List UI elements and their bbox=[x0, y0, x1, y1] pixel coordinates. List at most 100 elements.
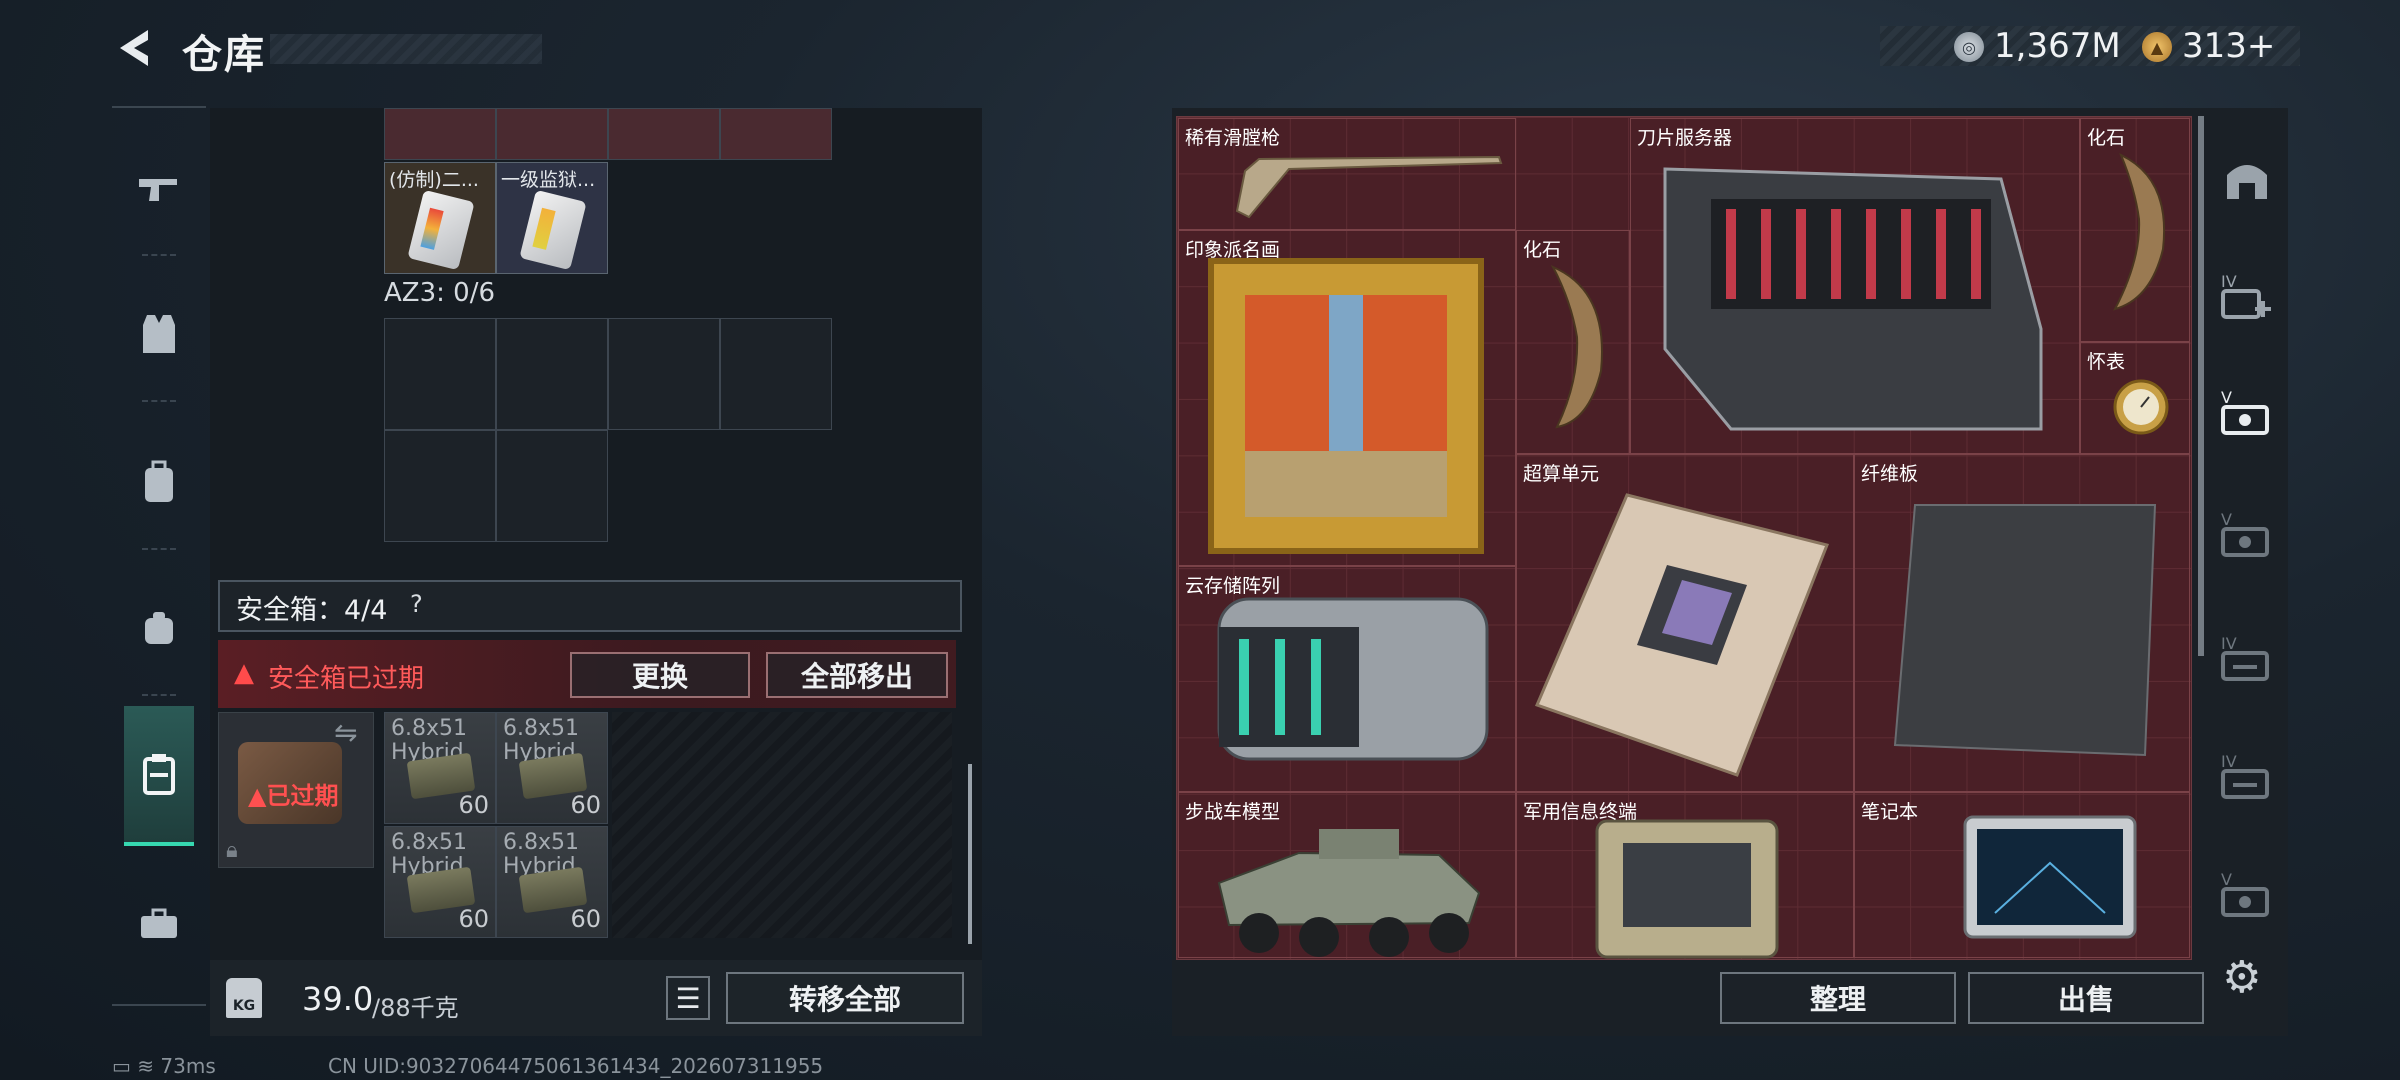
silver-coin-icon: ◎ bbox=[1954, 32, 1984, 62]
sell-button[interactable]: 出售 bbox=[1968, 972, 2204, 1024]
stash-scrollbar[interactable] bbox=[2198, 116, 2204, 656]
vest-icon bbox=[143, 315, 175, 353]
stash-item[interactable]: 步战车模型 bbox=[1178, 792, 1516, 958]
item-name: 纤维板 bbox=[1861, 463, 1919, 485]
tier-5-case-icon: V bbox=[2221, 870, 2269, 917]
page-title: 仓库 bbox=[182, 32, 266, 78]
stash-item[interactable]: 稀有滑膛枪 bbox=[1178, 118, 1516, 230]
list-view-button[interactable]: ☰ bbox=[666, 976, 710, 1020]
blade-server-icon bbox=[1663, 167, 2043, 431]
ammo-count: 60 bbox=[570, 791, 601, 819]
item-name: 化石 bbox=[1523, 239, 1562, 261]
back-button[interactable] bbox=[112, 24, 156, 72]
empty-slot[interactable] bbox=[608, 318, 720, 430]
case-icon bbox=[143, 754, 175, 795]
gun-icon bbox=[139, 179, 177, 201]
fossil-claw-icon bbox=[1550, 264, 1603, 429]
item-name: 怀表 bbox=[2087, 351, 2126, 373]
safe-box-label: 安全箱：4/4 bbox=[236, 595, 388, 626]
svg-text:IV: IV bbox=[2221, 272, 2237, 291]
empty-slot[interactable] bbox=[720, 318, 832, 430]
stash-tab-5-active[interactable]: V bbox=[2218, 384, 2276, 442]
lock-icon: 🔒︎ bbox=[226, 838, 238, 863]
stash-item[interactable]: 纤维板 bbox=[1854, 454, 2190, 792]
category-pouch[interactable] bbox=[112, 558, 206, 698]
swap-icon[interactable]: ⇋ bbox=[334, 716, 357, 749]
svg-text:IV: IV bbox=[2221, 752, 2237, 771]
keycard-icon bbox=[407, 189, 475, 271]
settings-gear-icon[interactable]: ⚙ bbox=[2222, 952, 2261, 1003]
home-icon bbox=[2227, 165, 2267, 199]
user-uid: CN UID:90327064475061361434_202607311955 bbox=[328, 1054, 824, 1078]
stash-tab-4-add[interactable]: IV bbox=[2218, 268, 2276, 326]
ammo-slot[interactable]: 6.8x51 Hybrid 60 bbox=[384, 826, 496, 938]
transfer-all-button[interactable]: 转移全部 bbox=[726, 972, 964, 1024]
circuit-board-icon bbox=[1534, 493, 1830, 777]
stash-tab-4[interactable]: IV bbox=[2218, 748, 2276, 806]
weight-icon: KG bbox=[226, 978, 262, 1018]
stash-tab-5[interactable]: V bbox=[2218, 866, 2276, 924]
stash-item[interactable]: 军用信息终端 bbox=[1516, 792, 1854, 959]
stash-item[interactable]: 印象派名画 bbox=[1178, 230, 1516, 566]
item-card[interactable]: (仿制)二... bbox=[384, 162, 496, 274]
stash-item[interactable]: 化石 bbox=[1516, 230, 1630, 454]
az3-capacity-label: AZ3: 0/6 bbox=[384, 278, 496, 308]
category-backpack[interactable] bbox=[112, 412, 206, 552]
partial-item-slot[interactable] bbox=[720, 108, 832, 160]
item-name: 云存储阵列 bbox=[1185, 575, 1281, 597]
help-icon[interactable]: ? bbox=[410, 590, 440, 620]
stash-tab-home[interactable] bbox=[2218, 150, 2276, 208]
sort-button[interactable]: 整理 bbox=[1720, 972, 1956, 1024]
item-card[interactable]: 一级监狱... bbox=[496, 162, 608, 274]
svg-text:V: V bbox=[2221, 510, 2232, 529]
warning-icon: ▲ bbox=[234, 658, 254, 688]
stash-item[interactable]: 刀片服务器 bbox=[1630, 118, 2080, 454]
stash-item[interactable]: 化石 bbox=[2080, 118, 2190, 342]
category-armor[interactable] bbox=[112, 264, 206, 404]
expired-message: 安全箱已过期 bbox=[268, 664, 425, 694]
silver-currency-value: 1,367M bbox=[1994, 26, 2121, 66]
item-name: 超算单元 bbox=[1523, 463, 1600, 485]
fiberboard-icon bbox=[1893, 504, 2157, 757]
item-name: 稀有滑膛枪 bbox=[1185, 127, 1281, 149]
tier-4-case-icon: IV bbox=[2221, 752, 2269, 799]
storage-array-icon bbox=[1217, 597, 1489, 761]
partial-item-slot[interactable] bbox=[384, 108, 496, 160]
stash-tab-5[interactable]: V bbox=[2218, 506, 2276, 564]
ammo-slot[interactable]: 6.8x51 Hybrid 60 bbox=[496, 712, 608, 824]
title-decoration bbox=[270, 34, 542, 64]
fossil-claw-icon bbox=[2113, 152, 2165, 311]
tier-5-case-icon: V bbox=[2221, 510, 2269, 557]
move-all-out-button[interactable]: 全部移出 bbox=[766, 652, 948, 698]
battery-icon: ▭ bbox=[112, 1054, 131, 1078]
stash-item[interactable]: 云存储阵列 bbox=[1178, 566, 1516, 792]
gold-coin-icon: ▲ bbox=[2142, 32, 2172, 62]
scrollbar[interactable] bbox=[968, 764, 972, 944]
category-containers[interactable] bbox=[124, 706, 194, 846]
framed-painting-icon bbox=[1208, 258, 1484, 554]
svg-text:IV: IV bbox=[2221, 634, 2237, 653]
category-tools[interactable] bbox=[112, 854, 206, 994]
ammo-slot[interactable]: 6.8x51 Hybrid 60 bbox=[384, 712, 496, 824]
replace-button[interactable]: 更换 bbox=[570, 652, 750, 698]
svg-text:V: V bbox=[2221, 870, 2232, 889]
empty-slot[interactable] bbox=[496, 318, 608, 430]
locked-slot-area bbox=[612, 712, 952, 938]
category-weapons[interactable] bbox=[112, 118, 206, 258]
category-sidebar bbox=[112, 106, 206, 1006]
stash-tab-4[interactable]: IV bbox=[2218, 630, 2276, 688]
toolbox-icon bbox=[141, 908, 177, 938]
chevron-left-icon bbox=[120, 30, 148, 66]
ammo-count: 60 bbox=[570, 905, 601, 933]
stash-item[interactable]: 怀表 bbox=[2080, 342, 2190, 454]
empty-slot[interactable] bbox=[496, 430, 608, 542]
empty-slot[interactable] bbox=[384, 318, 496, 430]
partial-item-slot[interactable] bbox=[608, 108, 720, 160]
stash-item[interactable]: 笔记本 bbox=[1854, 792, 2190, 958]
ammo-slot[interactable]: 6.8x51 Hybrid 60 bbox=[496, 826, 608, 938]
empty-slot[interactable] bbox=[384, 430, 496, 542]
svg-text:V: V bbox=[2221, 388, 2232, 407]
gold-currency-value: 313+ bbox=[2182, 26, 2276, 66]
partial-item-slot[interactable] bbox=[496, 108, 608, 160]
stash-item[interactable]: 超算单元 bbox=[1516, 454, 1854, 792]
